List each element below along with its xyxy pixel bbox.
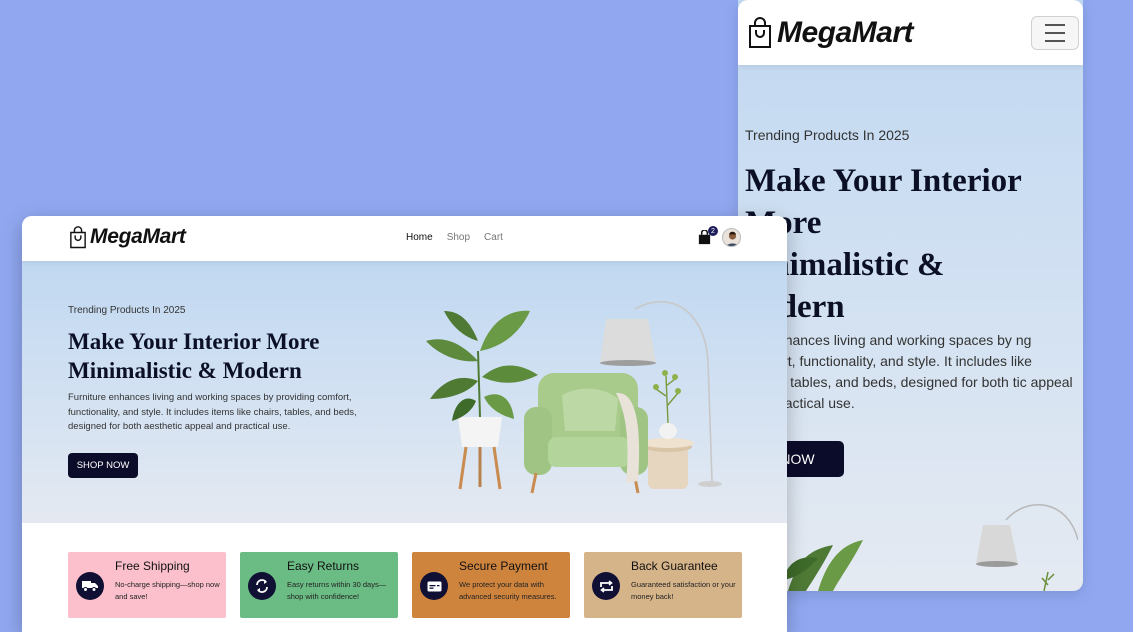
feature-title: Secure Payment bbox=[459, 559, 548, 573]
features-row: Free Shipping No-charge shipping—shop no… bbox=[68, 552, 742, 618]
hero-section: Trending Products In 2025 Make Your Inte… bbox=[22, 261, 787, 523]
hero-image bbox=[783, 504, 1078, 591]
feature-text: No-charge shipping—shop now and save! bbox=[115, 580, 220, 601]
shop-now-button[interactable]: SHOP NOW bbox=[68, 453, 138, 478]
feature-title: Easy Returns bbox=[287, 559, 360, 573]
hero-eyebrow: Trending Products In 2025 bbox=[745, 127, 910, 143]
feature-title: Back Guarantee bbox=[631, 559, 718, 573]
menu-toggle-button[interactable] bbox=[1031, 15, 1079, 50]
hero-image bbox=[426, 300, 722, 494]
hero-description: ure enhances living and working spaces b… bbox=[745, 332, 1073, 411]
mobile-brand[interactable]: MegaMart bbox=[746, 15, 914, 50]
nav-links: Home Shop Cart bbox=[406, 232, 503, 243]
feature-text: Guaranteed satisfaction or your money ba… bbox=[631, 580, 736, 601]
card-icon bbox=[420, 572, 448, 600]
cart-button[interactable]: 2 bbox=[697, 226, 718, 247]
hero-description: Furniture enhances living and working sp… bbox=[68, 392, 357, 432]
hero-eyebrow: Trending Products In 2025 bbox=[68, 305, 186, 316]
nav-link-home[interactable]: Home bbox=[406, 232, 433, 243]
avatar[interactable] bbox=[722, 228, 741, 247]
refresh-icon bbox=[248, 572, 276, 600]
nav-link-shop[interactable]: Shop bbox=[447, 232, 470, 243]
feature-card-returns: Easy Returns Easy returns within 30 days… bbox=[240, 552, 398, 618]
hamburger-icon bbox=[1045, 23, 1065, 26]
feature-title: Free Shipping bbox=[115, 559, 190, 573]
desktop-preview: MegaMart Home Shop Cart 2 Trending Produ… bbox=[22, 216, 787, 632]
brand[interactable]: MegaMart bbox=[68, 225, 186, 249]
navbar: MegaMart Home Shop Cart 2 bbox=[22, 216, 787, 261]
truck-icon bbox=[76, 572, 104, 600]
feature-text: Easy returns within 30 days—shop with co… bbox=[287, 580, 387, 601]
brand-name: MegaMart bbox=[777, 15, 914, 49]
brand-name: MegaMart bbox=[90, 225, 186, 248]
nav-link-cart[interactable]: Cart bbox=[484, 232, 503, 243]
cart-count-badge: 2 bbox=[708, 226, 718, 236]
feature-card-shipping: Free Shipping No-charge shipping—shop no… bbox=[68, 552, 226, 618]
feature-card-guarantee: Back Guarantee Guaranteed satisfaction o… bbox=[584, 552, 742, 618]
mobile-navbar: MegaMart bbox=[738, 0, 1083, 65]
mobile-preview: MegaMart Trending Products In 2025 Make … bbox=[738, 0, 1083, 591]
repeat-icon bbox=[592, 572, 620, 600]
hero-title: Make Your Interior MoreMinimalistic &Mod… bbox=[738, 163, 1022, 325]
hero-title: Make Your Interior More Minimalistic & M… bbox=[68, 329, 320, 383]
feature-text: We protect your data with advanced secur… bbox=[459, 580, 557, 601]
user-avatar-icon bbox=[726, 231, 739, 246]
shopping-bag-icon bbox=[749, 16, 771, 48]
shopping-bag-icon bbox=[70, 225, 86, 248]
feature-card-payment: Secure Payment We protect your data with… bbox=[412, 552, 570, 618]
